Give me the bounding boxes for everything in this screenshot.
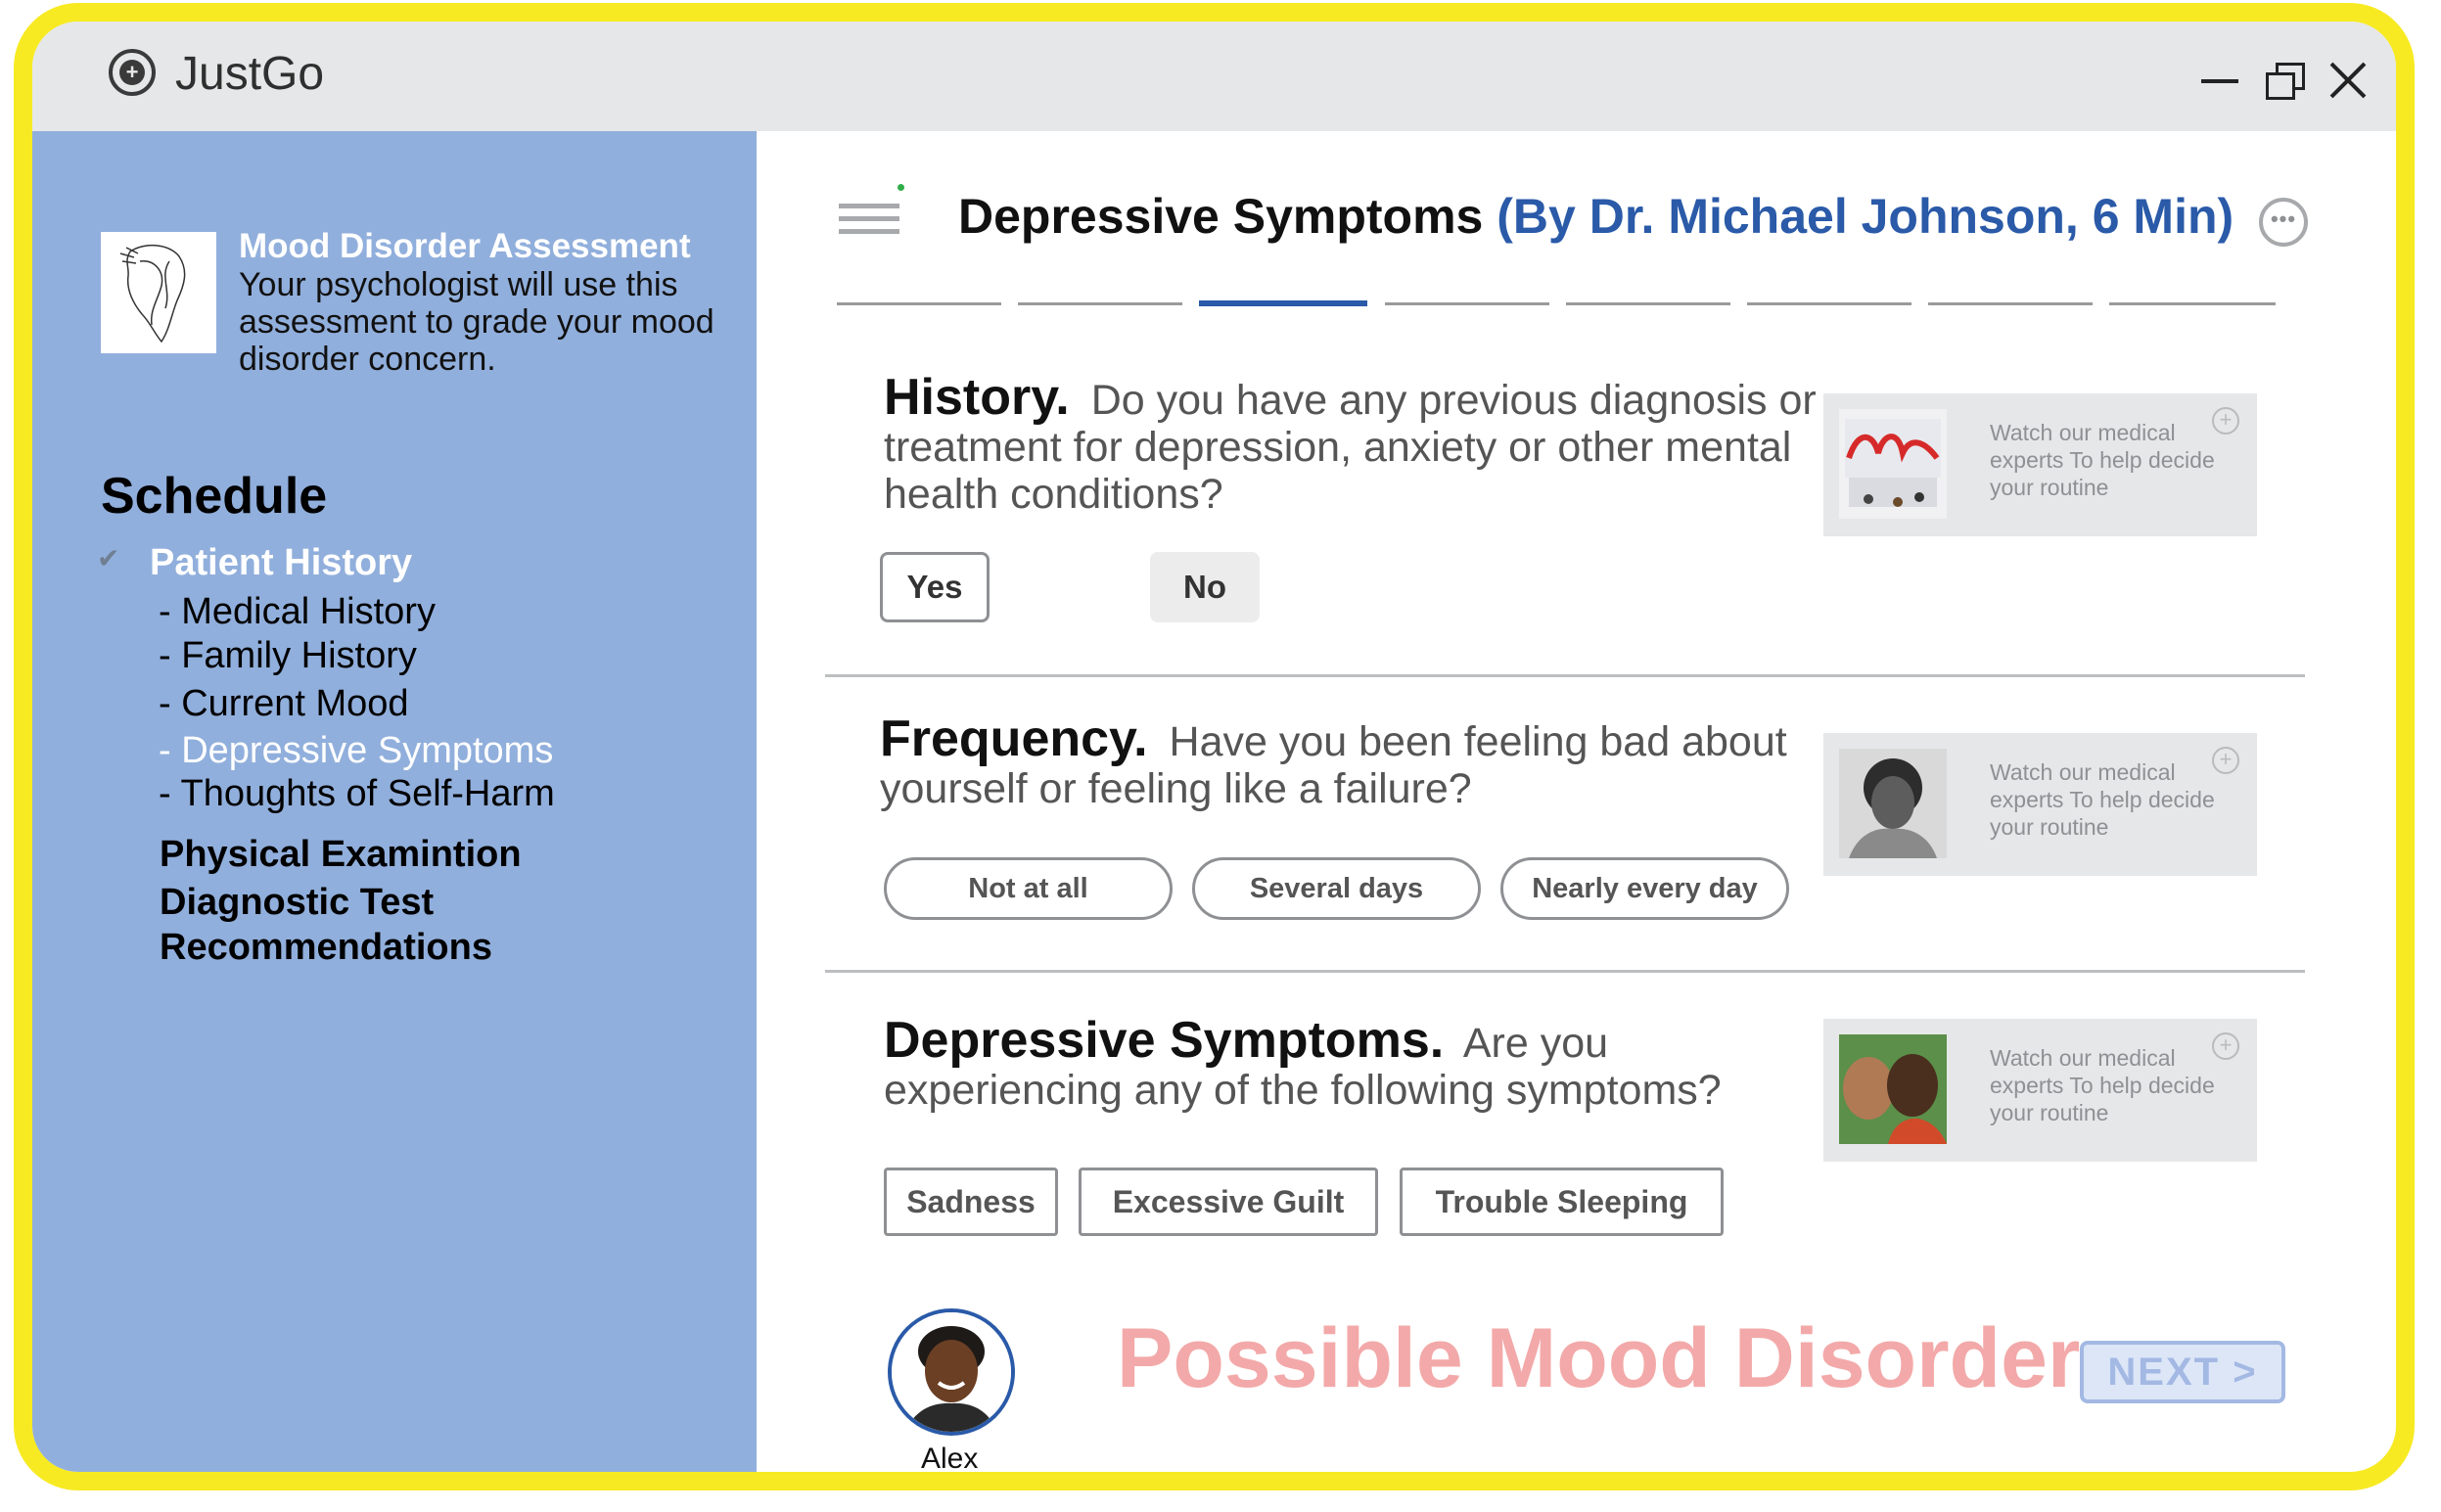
next-button[interactable]: NEXT > <box>2080 1341 2285 1403</box>
video-card-text: Watch our medical experts To help decide… <box>1990 1045 2215 1125</box>
title-bar: + JustGo <box>32 22 2396 131</box>
frequency-question: Frequency. Have you been feeling bad abo… <box>880 713 1839 812</box>
option-several-days[interactable]: Several days <box>1192 857 1481 920</box>
progress-step <box>1747 302 1911 305</box>
symptom-trouble-sleeping[interactable]: Trouble Sleeping <box>1400 1168 1724 1236</box>
video-card-text: Watch our medical experts To help decide… <box>1990 759 2215 840</box>
page-title-main: Depressive Symptoms <box>958 189 1484 244</box>
progress-step <box>2109 302 2276 305</box>
schedule-subitem-family-history[interactable]: - Family History <box>159 635 417 677</box>
more-options-icon[interactable]: ••• <box>2259 198 2308 247</box>
history-question: History. Do you have any previous diagno… <box>884 372 1843 518</box>
schedule-subitem-thoughts-of-self-harm[interactable]: - Thoughts of Self-Harm <box>159 773 555 815</box>
section-divider <box>825 970 2305 973</box>
video-thumbnail <box>1839 409 1947 519</box>
record-button-icon: + <box>109 49 156 96</box>
progress-step <box>1385 302 1549 305</box>
option-nearly-every-day[interactable]: Nearly every day <box>1500 857 1789 920</box>
checkmark-icon: ✔ <box>97 543 120 573</box>
assessment-description: Your psychologist will use this assessme… <box>239 266 714 378</box>
symptoms-label: Depressive Symptoms. <box>884 1012 1445 1069</box>
progress-step <box>1928 302 2093 305</box>
restore-icon[interactable] <box>2264 61 2305 100</box>
schedule-item-patient-history[interactable]: Patient History <box>150 542 412 584</box>
add-icon[interactable]: + <box>2212 1032 2239 1060</box>
progress-step <box>1018 302 1182 305</box>
progress-steps <box>837 300 2305 308</box>
page-title: Depressive Symptoms (By Dr. Michael John… <box>958 188 2234 245</box>
progress-step <box>1566 302 1730 305</box>
symptoms-question: Depressive Symptoms. Are you experiencin… <box>884 1015 1843 1114</box>
section-divider <box>825 674 2305 677</box>
sidebar: Mood Disorder Assessment Your psychologi… <box>32 131 757 1472</box>
progress-step-current <box>1199 300 1367 306</box>
avatar[interactable] <box>888 1308 1015 1436</box>
add-icon[interactable]: + <box>2212 747 2239 774</box>
schedule-subitem-medical-history[interactable]: - Medical History <box>159 591 436 633</box>
video-thumbnail <box>1839 749 1947 858</box>
result-text: Possible Mood Disorder <box>1117 1311 2081 1405</box>
menu-icon[interactable] <box>839 184 904 245</box>
video-card-frequency[interactable]: Watch our medical experts To help decide… <box>1823 733 2257 876</box>
schedule-item-recommendations[interactable]: Recommendations <box>160 927 492 969</box>
main-content: Depressive Symptoms (By Dr. Michael John… <box>757 131 2396 1475</box>
option-not-at-all[interactable]: Not at all <box>884 857 1173 920</box>
video-card-symptoms[interactable]: Watch our medical experts To help decide… <box>1823 1019 2257 1162</box>
assessment-thumbnail <box>101 232 216 353</box>
assessment-title: Mood Disorder Assessment <box>239 227 691 265</box>
progress-step <box>837 302 1001 305</box>
schedule-item-diagnostic-test[interactable]: Diagnostic Test <box>160 882 434 924</box>
schedule-heading: Schedule <box>101 468 328 525</box>
page-title-author: (By Dr. Michael Johnson, 6 Min) <box>1497 189 2234 244</box>
app-window: + JustGo Mood Disorder Assessment Your p… <box>14 3 2415 1490</box>
schedule-item-physical-examination[interactable]: Physical Examintion <box>160 834 522 876</box>
schedule-subitem-depressive-symptoms[interactable]: - Depressive Symptoms <box>159 730 553 772</box>
frequency-label: Frequency. <box>880 710 1148 767</box>
video-card-history[interactable]: Watch our medical experts To help decide… <box>1823 393 2257 536</box>
app-title: JustGo <box>175 48 325 100</box>
video-card-text: Watch our medical experts To help decide… <box>1990 420 2215 500</box>
schedule-subitem-current-mood[interactable]: - Current Mood <box>159 683 409 725</box>
no-button[interactable]: No <box>1150 552 1260 622</box>
symptom-excessive-guilt[interactable]: Excessive Guilt <box>1079 1168 1378 1236</box>
yes-button[interactable]: Yes <box>880 552 990 622</box>
add-icon[interactable]: + <box>2212 407 2239 435</box>
minimize-icon[interactable] <box>2201 61 2240 100</box>
history-label: History. <box>884 369 1070 426</box>
symptom-sadness[interactable]: Sadness <box>884 1168 1058 1236</box>
notification-dot <box>898 184 904 191</box>
close-icon[interactable] <box>2328 61 2368 100</box>
video-thumbnail <box>1839 1034 1947 1144</box>
patient-name: Alex <box>921 1443 979 1475</box>
